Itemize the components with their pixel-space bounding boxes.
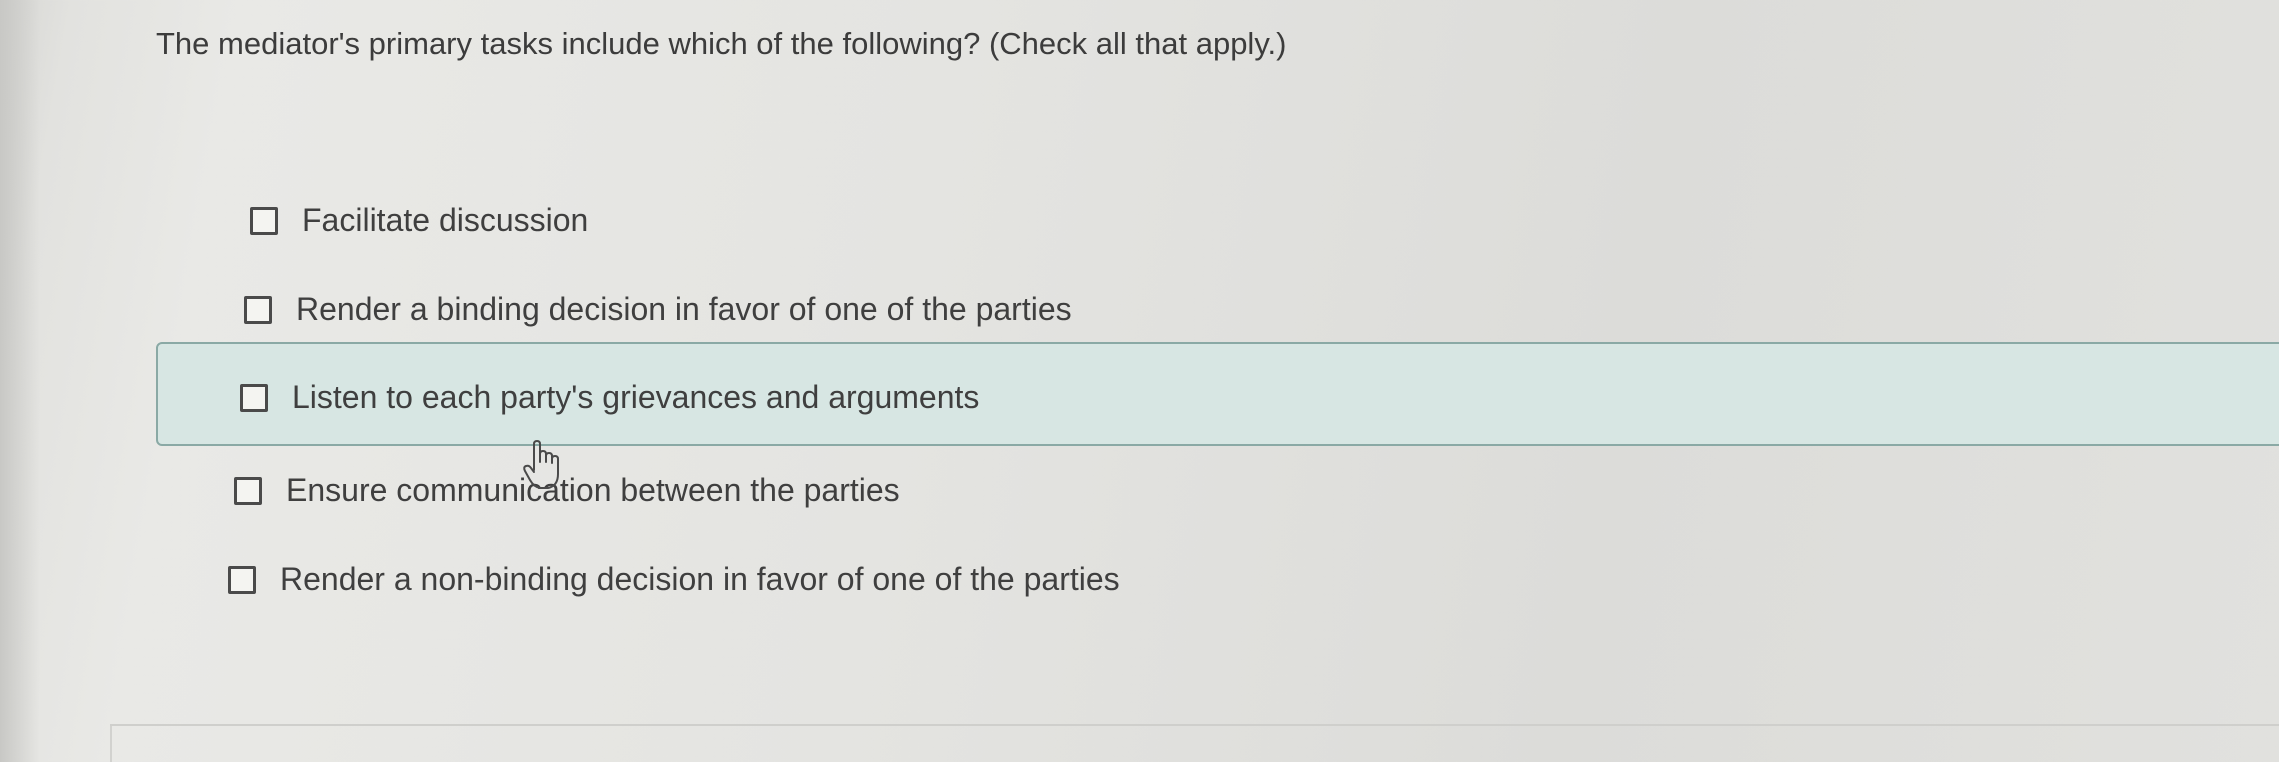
checkbox[interactable] (234, 476, 262, 505)
bottom-panel-edge (110, 726, 112, 762)
option-label: Render a non-binding decision in favor o… (280, 561, 1120, 597)
checkbox[interactable] (244, 295, 272, 324)
option-facilitate-discussion[interactable]: Facilitate discussion (250, 202, 588, 239)
option-listen-grievances[interactable]: Listen to each party's grievances and ar… (240, 379, 979, 416)
option-label: Ensure communication between the parties (286, 472, 900, 508)
bottom-divider (110, 724, 2279, 726)
checkbox[interactable] (240, 383, 268, 412)
option-non-binding-decision[interactable]: Render a non-binding decision in favor o… (228, 561, 1120, 598)
checkbox[interactable] (250, 206, 278, 235)
option-label: Listen to each party's grievances and ar… (292, 379, 980, 415)
hand-pointer-icon (523, 440, 559, 489)
option-ensure-communication[interactable]: Ensure communication between the parties (234, 472, 900, 509)
checkbox[interactable] (228, 565, 256, 594)
answer-options: Facilitate discussion Render a binding d… (0, 0, 2279, 762)
option-binding-decision[interactable]: Render a binding decision in favor of on… (244, 291, 1072, 328)
option-label: Render a binding decision in favor of on… (296, 291, 1072, 327)
option-label: Facilitate discussion (302, 202, 589, 238)
